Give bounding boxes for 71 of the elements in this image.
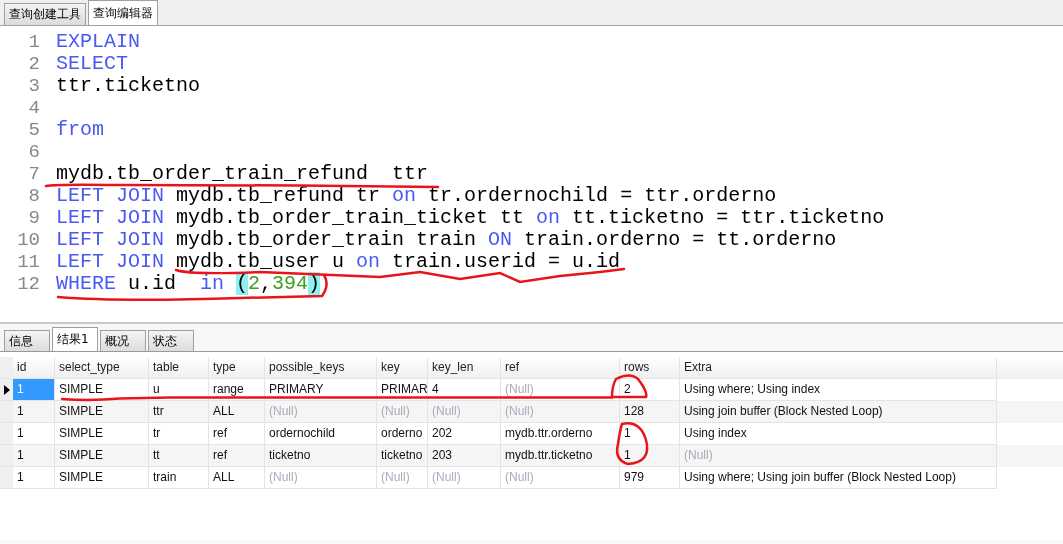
circle-mark <box>615 422 649 466</box>
line-number: 2 <box>27 53 41 75</box>
table-cell: (Null) <box>680 445 997 467</box>
column-header[interactable]: select_type <box>55 357 149 379</box>
code-line: SELECT <box>56 54 128 74</box>
line-number: 11 <box>16 251 41 273</box>
table-cell: ticketno <box>377 445 428 467</box>
circle-mark <box>610 374 648 399</box>
column-header[interactable]: Extra <box>680 357 997 379</box>
editor-tab[interactable]: 查询编辑器 <box>88 0 158 25</box>
line-number: 12 <box>16 273 41 295</box>
code-line: from <box>56 120 104 140</box>
table-cell: 128 <box>620 401 680 423</box>
table-cell: 1 <box>13 445 55 467</box>
table-cell: mydb.ttr.ticketno <box>501 445 620 467</box>
table-cell: (Null) <box>501 467 620 489</box>
table-cell: Using join buffer (Block Nested Loop) <box>680 401 997 423</box>
table-cell: train <box>149 467 209 489</box>
table-cell: (Null) <box>377 467 428 489</box>
table-cell: 1 <box>13 401 55 423</box>
table-cell: tt <box>149 445 209 467</box>
table-cell: (Null) <box>428 401 501 423</box>
table-cell: ticketno <box>265 445 377 467</box>
table-cell: 1 <box>13 379 55 401</box>
line-number: 4 <box>27 97 41 119</box>
code-line: LEFT JOIN mydb.tb_refund tr on tr.ordernochild = ttr.orderno <box>56 186 777 206</box>
result-tab[interactable]: 结果1 <box>52 327 98 351</box>
result-tab[interactable]: 信息 <box>4 330 50 351</box>
table-cell: ttr <box>149 401 209 423</box>
code-line: LEFT JOIN mydb.tb_user u on train.userid = u.id <box>56 252 621 272</box>
table-cell: (Null) <box>265 401 377 423</box>
editor-tab[interactable]: 查询创建工具 <box>4 3 86 25</box>
column-header[interactable]: type <box>209 357 265 379</box>
table-cell: (Null) <box>265 467 377 489</box>
result-tab[interactable]: 概况 <box>100 330 146 351</box>
result-tab[interactable]: 状态 <box>148 330 194 351</box>
code-line: LEFT JOIN mydb.tb_order_train_ticket tt on tt.ticketno = ttr.ticketno <box>56 208 885 228</box>
code-line: EXPLAIN <box>56 32 140 52</box>
table-cell: (Null) <box>428 467 501 489</box>
line-number: 9 <box>27 207 41 229</box>
table-cell: (Null) <box>377 401 428 423</box>
line-number: 10 <box>16 229 41 251</box>
table-cell: ref <box>209 445 265 467</box>
line-number: 8 <box>27 185 41 207</box>
table-cell: (Null) <box>501 401 620 423</box>
code-line: mydb.tb_order_train_refund ttr <box>56 164 429 184</box>
column-header[interactable]: key <box>377 357 428 379</box>
table-cell: Using where; Using join buffer (Block Nested Loop) <box>680 467 997 489</box>
line-number: 6 <box>27 141 41 163</box>
column-header[interactable]: rows <box>620 357 680 379</box>
line-number: 7 <box>27 163 41 185</box>
table-cell: 203 <box>428 445 501 467</box>
column-header[interactable]: ref <box>501 357 620 379</box>
column-header[interactable]: key_len <box>428 357 501 379</box>
line-number: 3 <box>27 75 41 97</box>
line-number: 1 <box>27 31 41 53</box>
table-cell: SIMPLE <box>55 401 149 423</box>
code-line: LEFT JOIN mydb.tb_order_train train ON train.orderno = tt.orderno <box>56 230 837 250</box>
code-line: WHERE u.id in (2,394) <box>56 274 321 294</box>
table-cell: 1 <box>13 467 55 489</box>
line-number: 5 <box>27 119 41 141</box>
table-cell: ALL <box>209 401 265 423</box>
table-cell: 1 <box>620 445 680 467</box>
column-header[interactable]: table <box>149 357 209 379</box>
code-line: ttr.ticketno <box>56 76 201 96</box>
table-cell: ALL <box>209 467 265 489</box>
table-cell: SIMPLE <box>55 445 149 467</box>
column-header[interactable]: possible_keys <box>265 357 377 379</box>
table-cell: SIMPLE <box>55 467 149 489</box>
current-row-icon <box>3 384 10 395</box>
table-cell: 979 <box>620 467 680 489</box>
